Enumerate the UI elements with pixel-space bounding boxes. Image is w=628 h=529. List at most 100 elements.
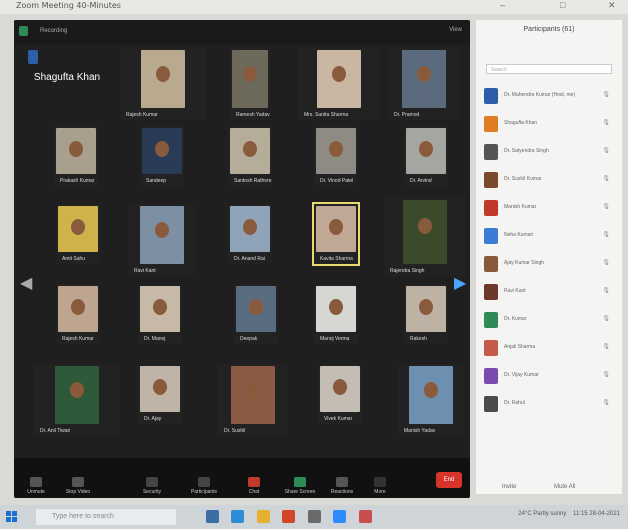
video-camera-icon (72, 477, 84, 487)
video-tile-speaker[interactable]: Shagufta Khan (22, 48, 108, 120)
prev-page-icon[interactable]: ◀ (20, 273, 32, 293)
zoom-app-icon[interactable] (333, 510, 347, 523)
video-tile[interactable]: Manish Yadav (398, 364, 464, 436)
participant-face (156, 66, 170, 82)
app-icon[interactable] (358, 510, 372, 523)
participants-label: Participants (190, 489, 218, 495)
mute-all-button[interactable]: Mute All (554, 484, 575, 490)
participant-row[interactable]: Ravi Kant 🎙 (482, 282, 616, 302)
view-button[interactable]: View (449, 27, 462, 33)
participant-name: Rajesh Kumar (62, 336, 94, 342)
chrome-icon[interactable] (282, 510, 296, 523)
video-tile[interactable]: Amit Sahu (56, 204, 100, 264)
video-tile[interactable]: Dr. Vinod Patel (314, 126, 358, 186)
video-tile[interactable]: Manoj Verma (314, 284, 358, 344)
participant-row-name: Shagufta Khan (504, 120, 538, 126)
participant-row[interactable]: Dr. Mahendra Kumar (Host, me) 🎙 (482, 86, 616, 106)
speaker-name: Shagufta Khan (33, 72, 101, 83)
video-tile[interactable]: Prakash Kumar (54, 126, 98, 186)
close-icon[interactable]: ✕ (608, 0, 616, 11)
video-tile[interactable]: Dr. Anand Rai (228, 204, 272, 264)
clock-date: 28-04-2021 (589, 511, 620, 517)
file-explorer-icon[interactable] (256, 510, 270, 523)
video-tile[interactable]: Rajendra Singh (384, 198, 466, 276)
participant-face (153, 299, 167, 315)
participant-row-name: Dr. Kumar (504, 316, 527, 322)
participant-row[interactable]: Anjali Sharma 🎙 (482, 338, 616, 358)
security-button[interactable]: Security (134, 477, 170, 495)
muted-mic-icon: 🎙 (602, 400, 610, 406)
taskbar-search-input[interactable]: Type here to search (36, 509, 176, 525)
chat-button[interactable]: Chat (236, 477, 272, 495)
video-tile[interactable]: Vivek Kumar (318, 364, 362, 424)
video-tile[interactable]: Kavita Sharma (312, 202, 360, 266)
video-tile[interactable]: Sandeep (140, 126, 184, 186)
stop-video-label: Stop Video (65, 489, 91, 495)
video-tile[interactable]: Rakesh (404, 284, 448, 344)
smiley-icon (336, 477, 348, 487)
task-view-icon[interactable] (206, 510, 219, 523)
video-tile[interactable]: Ravi Kant (128, 204, 196, 276)
maximize-icon[interactable]: □ (560, 0, 565, 10)
participant-row[interactable]: Neha Kumari 🎙 (482, 226, 616, 246)
windows-start-icon[interactable] (6, 511, 17, 522)
video-tile[interactable]: Dr. Pramod (388, 48, 460, 120)
avatar (484, 312, 498, 328)
store-icon[interactable] (307, 510, 321, 523)
muted-mic-icon: 🎙 (602, 120, 610, 126)
participant-face (71, 219, 85, 235)
share-screen-button[interactable]: Share Screen (282, 477, 318, 495)
participant-row[interactable]: Shagufta Khan 🎙 (482, 114, 616, 134)
share-screen-label: Share Screen (284, 489, 316, 495)
stop-video-button[interactable]: Stop Video (60, 477, 96, 495)
participants-button[interactable]: Participants (186, 477, 222, 495)
participant-face (153, 379, 167, 395)
end-meeting-button[interactable]: End (436, 472, 462, 488)
unmute-button[interactable]: Unmute (18, 477, 54, 495)
participant-name: Amit Sahu (62, 256, 86, 262)
muted-mic-icon: 🎙 (602, 204, 610, 210)
video-tile[interactable]: Dr. Manoj (138, 284, 182, 344)
participant-row[interactable]: Dr. Sushil Kumar 🎙 (482, 170, 616, 190)
video-tile[interactable]: Dr. Arvind (404, 126, 448, 186)
participant-name: Ravi Kant (134, 268, 156, 274)
more-label: More (374, 489, 386, 495)
reactions-label: Reactions (330, 489, 354, 495)
minimize-icon[interactable]: – (500, 0, 505, 10)
participant-face (155, 141, 169, 157)
participant-row[interactable]: Dr. Rahul 🎙 (482, 394, 616, 414)
participant-name: Manish Yadav (404, 428, 436, 434)
video-tile[interactable]: Dr. Anil Tiwari (34, 364, 120, 436)
video-tile[interactable]: Rajesh Kumar (56, 284, 100, 344)
chat-label: Chat (248, 489, 260, 495)
participant-name: Kavita Sharma (320, 256, 353, 262)
reactions-button[interactable]: Reactions (324, 477, 360, 495)
participant-row[interactable]: Dr. Kumar 🎙 (482, 310, 616, 330)
video-tile[interactable]: Rajesh Kumar (120, 48, 206, 120)
participant-face (424, 382, 438, 398)
participant-face (71, 299, 85, 315)
participant-face (333, 379, 347, 395)
edge-icon[interactable] (231, 510, 245, 523)
participant-name: Ramesh Yadav (236, 112, 270, 118)
participant-row[interactable]: Ajay Kumar Singh 🎙 (482, 254, 616, 274)
participant-row[interactable]: Dr. Vijay Kumar 🎙 (482, 366, 616, 386)
participants-search-input[interactable]: Search (486, 64, 612, 74)
video-tile[interactable]: Mrs. Sunita Sharma (298, 48, 380, 120)
window-titlebar: Zoom Meeting 40-Minutes – □ ✕ (0, 0, 628, 14)
participant-row-name: Neha Kumari (504, 232, 534, 238)
video-tile[interactable]: Deepak (234, 284, 278, 344)
next-page-icon[interactable]: ▶ (454, 273, 466, 293)
shield-icon (146, 477, 158, 487)
security-shield-icon[interactable] (19, 26, 28, 36)
participant-row[interactable]: Dr. Satyendra Singh 🎙 (482, 142, 616, 162)
participant-row[interactable]: Manish Kumar 🎙 (482, 198, 616, 218)
video-tile[interactable]: Dr. Ajay (138, 364, 182, 424)
video-tile[interactable]: Santosh Rathore (228, 126, 272, 186)
more-button[interactable]: More (362, 477, 398, 495)
video-tile[interactable]: Dr. Sushil (218, 364, 288, 436)
unmute-label: Unmute (27, 489, 45, 495)
participant-name: Dr. Vinod Patel (320, 178, 354, 184)
invite-button[interactable]: Invite (502, 484, 516, 490)
video-tile[interactable]: Ramesh Yadav (230, 48, 270, 120)
